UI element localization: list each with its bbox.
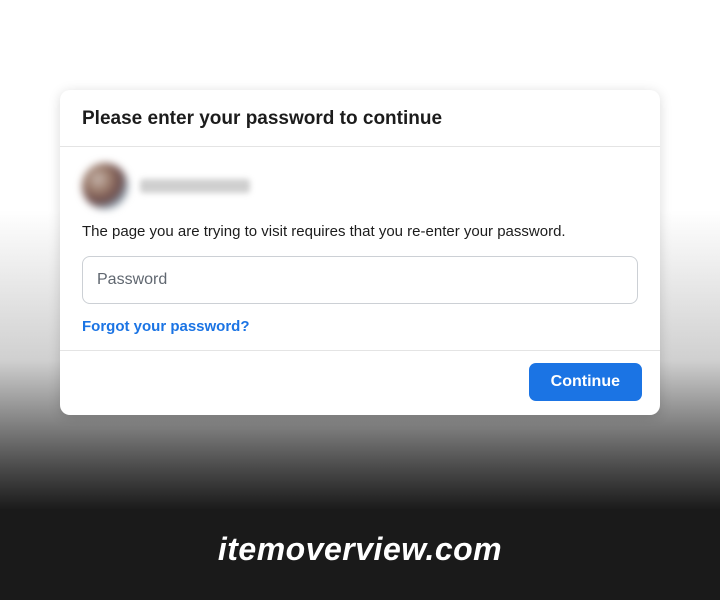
password-input[interactable] <box>82 256 638 304</box>
forgot-password-link[interactable]: Forgot your password? <box>82 318 250 335</box>
dialog-header: Please enter your password to continue <box>60 90 660 147</box>
watermark-text: itemoverview.com <box>0 531 720 568</box>
user-row <box>82 163 638 209</box>
dialog-footer: Continue <box>60 351 660 415</box>
prompt-text: The page you are trying to visit require… <box>82 223 638 240</box>
dialog-title: Please enter your password to continue <box>82 108 638 130</box>
user-name-blurred <box>140 179 250 193</box>
dialog-body: The page you are trying to visit require… <box>60 147 660 351</box>
password-dialog: Please enter your password to continue T… <box>60 90 660 415</box>
avatar <box>82 163 128 209</box>
continue-button[interactable]: Continue <box>529 363 642 401</box>
